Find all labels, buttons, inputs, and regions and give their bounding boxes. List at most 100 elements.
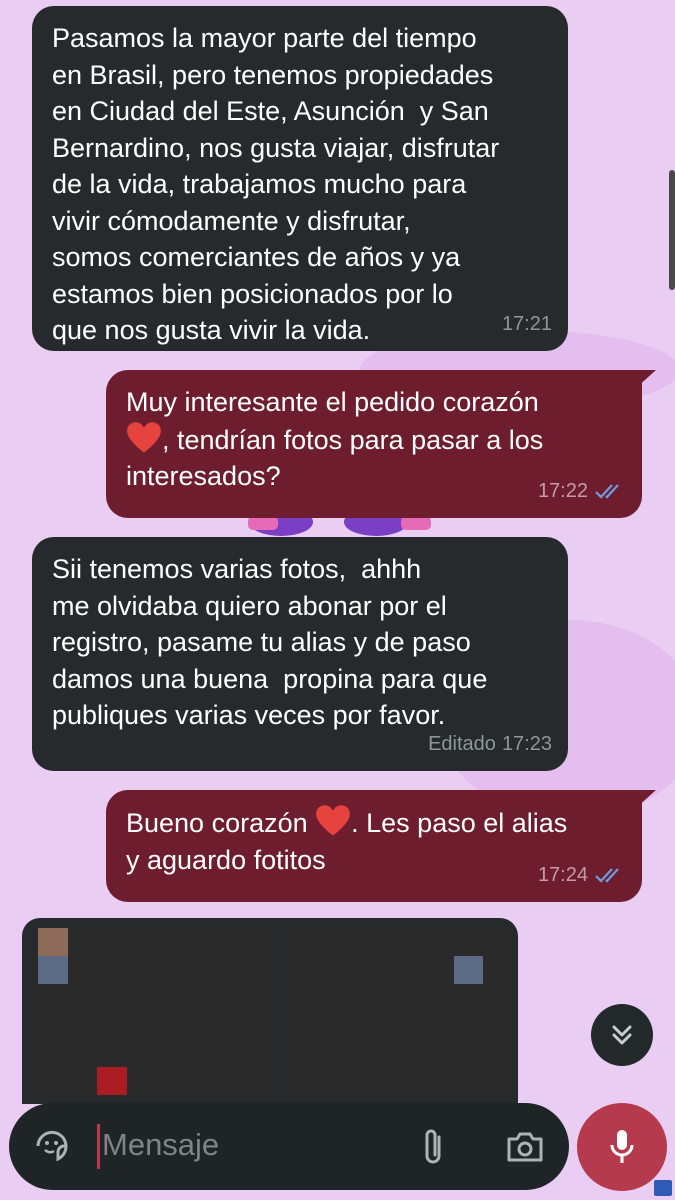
pixel-block	[364, 928, 395, 956]
pixel-block	[483, 955, 513, 984]
pixel-block	[423, 1011, 454, 1040]
message-text-part: Bueno corazón	[126, 808, 316, 838]
sticker-icon[interactable]	[32, 1126, 72, 1166]
message-text-part: , tendrían fotos para pasar a los intere…	[126, 424, 544, 492]
photo-divider	[268, 928, 282, 1095]
pixel-block	[156, 928, 187, 956]
pixel-block	[364, 1039, 395, 1068]
microphone-button[interactable]	[577, 1103, 667, 1191]
pixel-block	[364, 1011, 395, 1040]
pixel-block	[127, 1067, 157, 1095]
pixel-block	[38, 1039, 68, 1068]
microphone-icon	[610, 1130, 634, 1163]
pixel-block	[156, 1067, 187, 1095]
pixel-block	[334, 1011, 365, 1040]
pixel-block	[97, 1039, 128, 1068]
message-input-placeholder[interactable]: Mensaje	[102, 1127, 219, 1163]
red-heart-emoji	[316, 805, 351, 836]
pixel-block	[156, 955, 187, 984]
double-check-icon	[595, 484, 619, 499]
pixel-block	[67, 1011, 98, 1040]
pixel-block	[394, 1039, 424, 1068]
pixel-block	[453, 1039, 484, 1068]
pixel-block	[186, 955, 217, 984]
pixel-block	[216, 1067, 246, 1095]
message-meta: Editado 17:23	[428, 726, 552, 763]
paperclip-icon[interactable]	[418, 1125, 448, 1169]
message-meta: 17:22	[538, 473, 626, 510]
pixel-block	[97, 928, 128, 956]
pixel-block	[67, 1039, 98, 1068]
pixel-block	[216, 983, 246, 1012]
bubble-tail	[636, 370, 656, 388]
bubble-tail	[636, 790, 656, 808]
pixel-block	[186, 1039, 217, 1068]
pixel-block	[453, 928, 484, 956]
pixel-block	[127, 983, 157, 1012]
pixel-block	[394, 928, 424, 956]
message-time: 17:23	[501, 732, 552, 755]
pixel-block	[305, 928, 335, 956]
pixel-block	[423, 983, 454, 1012]
pixel-block	[67, 955, 98, 984]
pixel-block	[453, 1067, 484, 1095]
incoming-message[interactable]: Pasamos la mayor parte del tiempo en Bra…	[32, 6, 568, 351]
status-notification-icon	[654, 1180, 672, 1196]
scroll-to-bottom-button[interactable]	[591, 1004, 653, 1066]
pixel-block	[305, 983, 335, 1012]
pixel-block	[394, 1067, 424, 1095]
pixel-block	[394, 1011, 424, 1040]
red-heart-emoji	[127, 421, 161, 453]
outgoing-message[interactable]: Bueno corazón . Les paso el alias y agua…	[106, 790, 642, 902]
pixel-block	[127, 1011, 157, 1040]
pixel-block	[364, 1067, 395, 1095]
camera-icon[interactable]	[505, 1130, 545, 1164]
pixel-block	[305, 1067, 335, 1095]
pixel-block	[483, 928, 513, 956]
pixel-block	[394, 955, 424, 984]
outgoing-message[interactable]: Muy interesante el pedido corazón , tend…	[106, 370, 642, 518]
pixel-block	[305, 955, 335, 984]
pixel-block	[38, 1067, 68, 1095]
double-check-icon	[595, 868, 619, 883]
pixel-block	[156, 983, 187, 1012]
pixel-block	[216, 1039, 246, 1068]
message-time: 17:22	[537, 479, 588, 502]
pixel-block	[305, 1039, 335, 1068]
pixel-block	[67, 1067, 98, 1095]
pixel-block	[67, 928, 98, 956]
pixel-block	[305, 1011, 335, 1040]
message-time: 17:21	[501, 312, 552, 335]
pixel-block	[483, 1011, 513, 1040]
pixel-block	[453, 1011, 484, 1040]
message-composer[interactable]	[9, 1103, 569, 1190]
pixel-block	[334, 928, 365, 956]
pixel-block	[156, 1011, 187, 1040]
pixel-block	[483, 983, 513, 1012]
pixel-block	[186, 1067, 217, 1095]
message-text-part: Muy interesante el pedido corazón	[126, 387, 539, 417]
pixel-block	[186, 1011, 217, 1040]
pixel-block	[334, 955, 365, 984]
pixel-block	[216, 1011, 246, 1040]
pixel-block	[38, 1011, 68, 1040]
pixel-block	[127, 1039, 157, 1068]
message-time: 17:24	[537, 863, 588, 886]
pixel-block	[216, 955, 246, 984]
pixel-block	[97, 955, 128, 984]
pixel-block	[97, 1067, 128, 1095]
scrollbar-thumb[interactable]	[669, 170, 675, 290]
pixel-block	[364, 983, 395, 1012]
pixel-block	[127, 955, 157, 984]
message-text: Sii tenemos varias fotos, ahhh me olvida…	[52, 554, 488, 730]
pixel-block	[423, 955, 454, 984]
edited-label: Editado	[428, 732, 496, 755]
pixel-block	[38, 983, 68, 1012]
text-cursor	[97, 1124, 100, 1169]
pixel-block	[423, 928, 454, 956]
pixel-block	[186, 928, 217, 956]
pixel-block	[364, 955, 395, 984]
pixel-block	[127, 928, 157, 956]
incoming-message[interactable]: Sii tenemos varias fotos, ahhh me olvida…	[32, 537, 568, 771]
pixel-block	[334, 1067, 365, 1095]
